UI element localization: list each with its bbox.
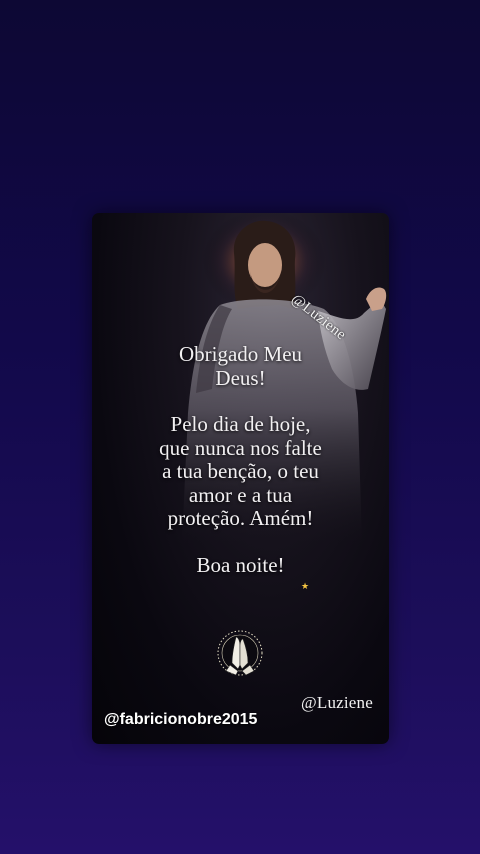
greeting-card-image: @Luziene Obrigado Meu Deus! Pelo dia de … (92, 213, 389, 744)
message-line-goodnight: Boa noite! (196, 552, 285, 577)
message-line: Obrigado Meu (178, 342, 303, 366)
message-line: que nunca nos falte (159, 435, 322, 460)
praying-hands-icon (217, 630, 263, 676)
message-line: Deus! (215, 365, 266, 390)
message-line: proteção. Amém! (167, 506, 314, 530)
video-frame: @Luziene Obrigado Meu Deus! Pelo dia de … (0, 0, 480, 854)
message-line: Pelo dia de hoje, (170, 412, 311, 436)
signature-watermark: @Luziene (301, 693, 373, 712)
message-line: amor e a tua (188, 482, 293, 507)
message-line: a tua benção, o teu (162, 459, 319, 483)
sparkle-star-icon: ★ (301, 581, 310, 591)
prayer-message: Obrigado Meu Deus! Pelo dia de hoje, que… (92, 342, 389, 577)
creator-username[interactable]: @fabricionobre2015 (104, 711, 257, 729)
